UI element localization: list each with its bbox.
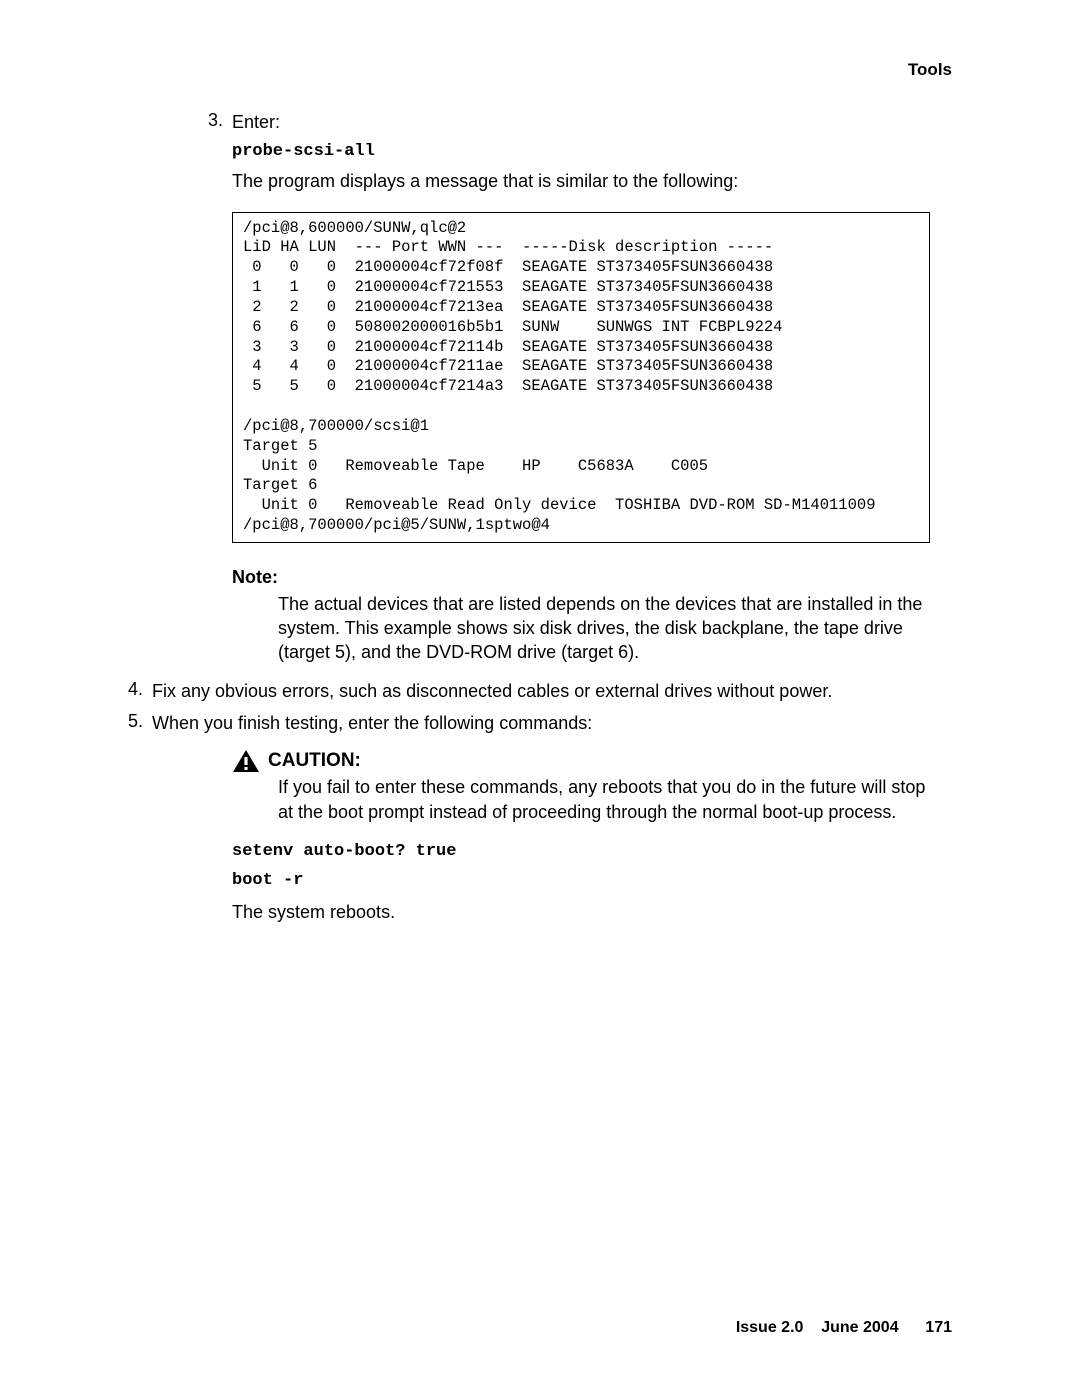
step-3-label: Enter: bbox=[232, 110, 280, 134]
step-3-number: 3. bbox=[208, 110, 232, 134]
step-5-text: When you finish testing, enter the follo… bbox=[152, 711, 592, 735]
page-footer: Issue 2.0 June 2004 171 bbox=[736, 1319, 952, 1337]
terminal-output: /pci@8,600000/SUNW,qlc@2 LiD HA LUN --- … bbox=[232, 212, 930, 543]
footer-date: June 2004 bbox=[821, 1319, 898, 1336]
note-label: Note: bbox=[232, 567, 930, 588]
step-4: 4. Fix any obvious errors, such as disco… bbox=[128, 679, 930, 703]
step-5-number: 5. bbox=[128, 711, 152, 735]
caution-body: If you fail to enter these commands, any… bbox=[278, 775, 930, 824]
step-5: 5. When you finish testing, enter the fo… bbox=[128, 711, 930, 735]
reboot-text: The system reboots. bbox=[232, 900, 930, 924]
footer-page: 171 bbox=[925, 1319, 952, 1336]
footer-issue: Issue 2.0 bbox=[736, 1319, 804, 1336]
command-probe-scsi: probe-scsi-all bbox=[232, 142, 930, 161]
command-boot: boot -r bbox=[232, 871, 930, 890]
step-4-number: 4. bbox=[128, 679, 152, 703]
note-body: The actual devices that are listed depen… bbox=[278, 592, 930, 665]
step-4-text: Fix any obvious errors, such as disconne… bbox=[152, 679, 832, 703]
step-3-description: The program displays a message that is s… bbox=[232, 169, 930, 193]
caution-header: CAUTION: bbox=[232, 749, 930, 773]
command-setenv: setenv auto-boot? true bbox=[232, 842, 930, 861]
step-3: 3. Enter: bbox=[208, 110, 930, 134]
caution-label: CAUTION: bbox=[268, 750, 361, 772]
warning-icon bbox=[232, 749, 260, 773]
page-header-tools: Tools bbox=[908, 60, 952, 80]
